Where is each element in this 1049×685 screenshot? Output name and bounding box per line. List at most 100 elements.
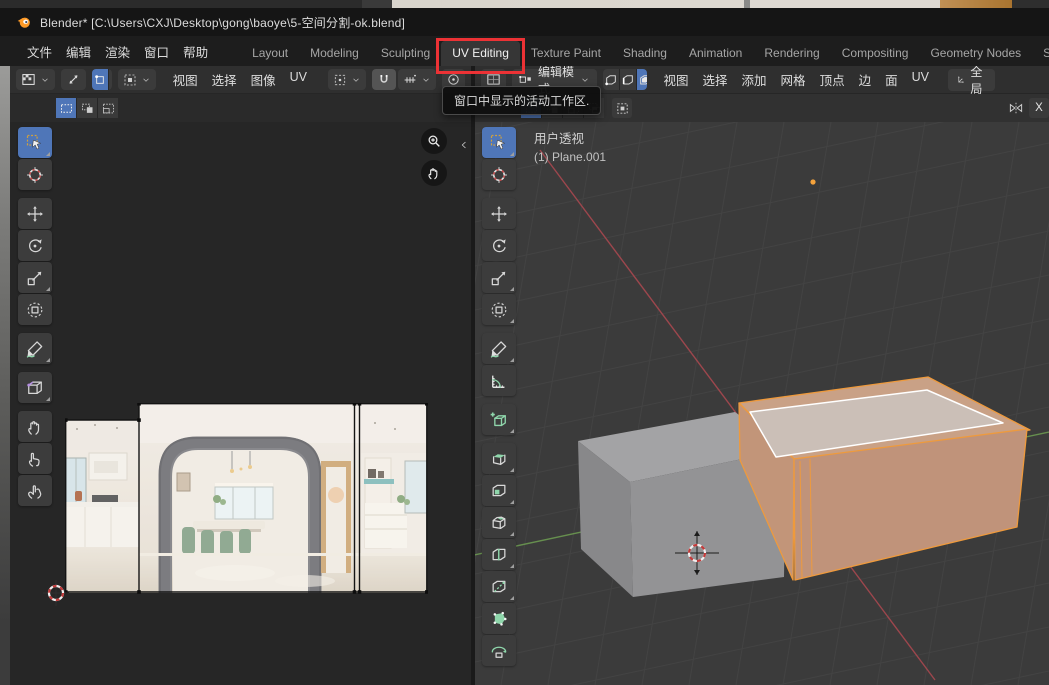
- uv-menu-3[interactable]: UV: [283, 67, 314, 92]
- move-tool-button[interactable]: [18, 198, 52, 229]
- viewport-menu-1[interactable]: 选择: [696, 67, 735, 92]
- scale-tool-button[interactable]: [18, 262, 52, 293]
- tweak-tool-button[interactable]: [482, 127, 516, 158]
- sidebar-collapse-arrow[interactable]: [458, 138, 470, 152]
- viewport-menu-4[interactable]: 顶点: [813, 67, 852, 92]
- annotate-tool-button[interactable]: [18, 333, 52, 364]
- uv-menu-2[interactable]: 图像: [244, 67, 283, 92]
- viewport-menu-5[interactable]: 边: [852, 67, 879, 92]
- knife-tool-button[interactable]: [482, 571, 516, 602]
- extrude-tool-button[interactable]: [482, 443, 516, 474]
- cursor-tool-button[interactable]: [482, 159, 516, 190]
- scale-tool-icon: [489, 268, 509, 288]
- move-tool-icon: [25, 204, 45, 224]
- uv-select-mode-buttons: [56, 98, 118, 118]
- workspace-tab-animation[interactable]: Animation: [678, 41, 753, 66]
- inset-tool-button[interactable]: [482, 475, 516, 506]
- edit-mode-icon: [518, 72, 533, 87]
- grab-tool-button[interactable]: [18, 411, 52, 442]
- rotate-tool-button[interactable]: [482, 230, 516, 261]
- viewport-menu-6[interactable]: 面: [878, 67, 905, 92]
- main-menu-1[interactable]: 编辑: [59, 39, 98, 64]
- uv-snap-toggle[interactable]: [372, 69, 396, 90]
- uv-sync-selection-toggle[interactable]: [61, 69, 86, 90]
- viewport-menu-2[interactable]: 添加: [735, 67, 774, 92]
- uv-mode-uv-edge-select[interactable]: [109, 69, 112, 90]
- tooltip-text: 窗口中显示的活动工作区.: [454, 94, 589, 108]
- annotate-tool-icon: [25, 339, 45, 359]
- relax-tool-icon: [25, 449, 45, 469]
- inset-tool-icon: [489, 481, 509, 501]
- vertex-select-icon: [603, 72, 619, 88]
- scale-tool-button[interactable]: [482, 262, 516, 293]
- mesh-mode-face-select[interactable]: [637, 69, 646, 90]
- uv-menu-0[interactable]: 视图: [166, 67, 205, 92]
- main-menu-3[interactable]: 窗口: [137, 39, 176, 64]
- uv-canvas[interactable]: [10, 122, 471, 685]
- sliver-wood: [940, 0, 1012, 8]
- spin-tool-button[interactable]: [482, 635, 516, 666]
- transform-tool-icon: [25, 300, 45, 320]
- uv-snap-target-button[interactable]: [398, 69, 436, 90]
- tab-label: Texture Paint: [531, 46, 601, 60]
- uv-select-select-extend[interactable]: [77, 98, 97, 118]
- viewport-menu-7[interactable]: UV: [905, 67, 936, 92]
- workspace-tab-sculpting[interactable]: Sculpting: [370, 41, 441, 66]
- transform-tool-button[interactable]: [482, 294, 516, 325]
- spin-tool-icon: [489, 641, 509, 661]
- annotate-tool-button[interactable]: [482, 333, 516, 364]
- measure-tool-button[interactable]: [482, 365, 516, 396]
- edge-select-icon: [620, 72, 636, 88]
- main-menu-2[interactable]: 渲染: [98, 39, 137, 64]
- main-menu-0[interactable]: 文件: [20, 39, 59, 64]
- uv-selection-mode-group: [92, 69, 112, 90]
- mesh-mode-edge-select[interactable]: [620, 69, 636, 90]
- mirror-x-button[interactable]: X: [1029, 98, 1049, 118]
- loopcut-tool-button[interactable]: [482, 539, 516, 570]
- rotate-tool-button[interactable]: [18, 230, 52, 261]
- pan-gizmo-button[interactable]: [421, 160, 447, 186]
- uv-select-select-subtract[interactable]: [98, 98, 118, 118]
- polybuild-tool-button[interactable]: [482, 603, 516, 634]
- transform-tool-button[interactable]: [18, 294, 52, 325]
- workspace-tab-rendering[interactable]: Rendering: [753, 41, 830, 66]
- move-tool-button[interactable]: [482, 198, 516, 229]
- sticky-select-icon: [122, 72, 138, 88]
- main-menu-4[interactable]: 帮助: [176, 39, 215, 64]
- viewport-menu-3[interactable]: 网格: [774, 67, 813, 92]
- uv-menu-1[interactable]: 选择: [205, 67, 244, 92]
- tweak-tool-button[interactable]: [18, 127, 52, 158]
- workspace-tab-texture-paint[interactable]: Texture Paint: [520, 41, 612, 66]
- cursor-tool-button[interactable]: [18, 159, 52, 190]
- workspace-tab-uv-editing[interactable]: UV Editing: [441, 41, 520, 66]
- snap-area-button[interactable]: [612, 98, 632, 118]
- uv-select-select-set[interactable]: [56, 98, 76, 118]
- uv-editor-type-button[interactable]: [16, 69, 55, 90]
- viewport-menu-0[interactable]: 视图: [657, 67, 696, 92]
- viewport-canvas[interactable]: 用户透视 (1) Plane.001: [475, 122, 1049, 685]
- relax-tool-button[interactable]: [18, 443, 52, 474]
- orientation-dropdown[interactable]: 全局: [948, 69, 995, 91]
- uv-vertex-select-icon: [92, 72, 108, 88]
- workspace-tab-layout[interactable]: Layout: [241, 41, 299, 66]
- bevel-tool-button[interactable]: [482, 507, 516, 538]
- workspace-tab-modeling[interactable]: Modeling: [299, 41, 370, 66]
- uv-mode-uv-vertex-select[interactable]: [92, 69, 108, 90]
- add-cube-tool-button[interactable]: [482, 404, 516, 435]
- sticky-selection-button[interactable]: [118, 69, 156, 90]
- pinch-tool-button[interactable]: [18, 475, 52, 506]
- uv-editor-header: 视图选择图像UV: [10, 66, 471, 94]
- chevron-down-icon: [420, 74, 432, 86]
- workspace-tab-compositing[interactable]: Compositing: [831, 41, 920, 66]
- workspace-tab-shading[interactable]: Shading: [612, 41, 678, 66]
- mesh-mode-vertex-select[interactable]: [603, 69, 619, 90]
- rip-region-tool-button[interactable]: [18, 372, 52, 403]
- uv-panorama-image: [65, 403, 428, 595]
- workspace-tab-script[interactable]: Script: [1032, 41, 1049, 66]
- uv-pivot-button[interactable]: [328, 69, 366, 90]
- move-tool-icon: [489, 204, 509, 224]
- extrude-tool-icon: [489, 449, 509, 469]
- uv-editor-menus: 视图选择图像UV: [166, 67, 314, 92]
- workspace-tab-geometry-nodes[interactable]: Geometry Nodes: [919, 41, 1032, 66]
- zoom-gizmo-button[interactable]: [421, 128, 447, 154]
